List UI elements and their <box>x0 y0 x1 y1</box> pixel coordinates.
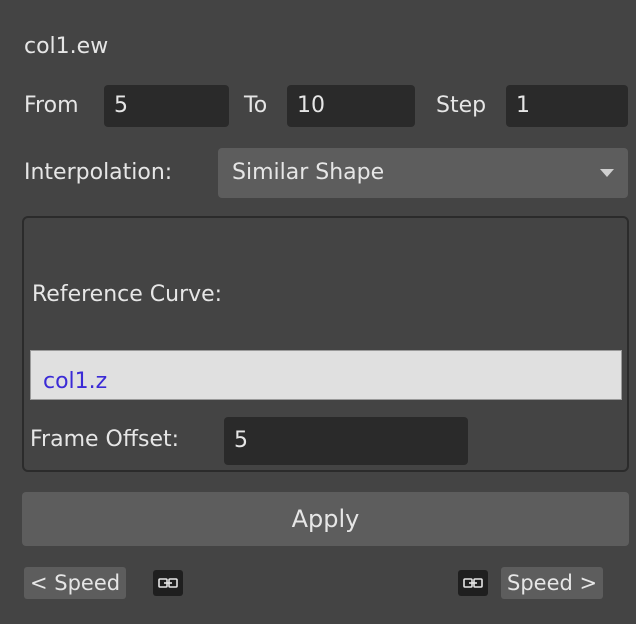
frame-offset-label: Frame Offset: <box>30 427 180 452</box>
link-icon[interactable] <box>153 570 183 596</box>
from-label: From <box>24 93 79 118</box>
speed-increase-button[interactable]: Speed > <box>501 567 604 599</box>
link-icon[interactable] <box>458 570 488 596</box>
interpolation-label: Interpolation: <box>24 160 173 185</box>
speed-decrease-button[interactable]: < Speed <box>24 567 127 599</box>
chevron-down-icon <box>600 169 614 177</box>
step-label: Step <box>436 93 487 118</box>
frame-offset-field[interactable]: 5 <box>224 417 468 465</box>
reference-curve-field[interactable]: col1.z <box>30 350 622 400</box>
to-label: To <box>244 93 268 118</box>
to-field[interactable]: 10 <box>287 85 415 127</box>
apply-button[interactable]: Apply <box>22 492 629 546</box>
interpolation-selected: Similar Shape <box>232 160 385 185</box>
curve-name: col1.ew <box>24 34 109 59</box>
interpolation-dropdown[interactable]: Similar Shape <box>218 148 628 198</box>
from-field[interactable]: 5 <box>104 85 229 127</box>
step-field[interactable]: 1 <box>506 85 628 127</box>
reference-curve-label: Reference Curve: <box>32 282 223 307</box>
